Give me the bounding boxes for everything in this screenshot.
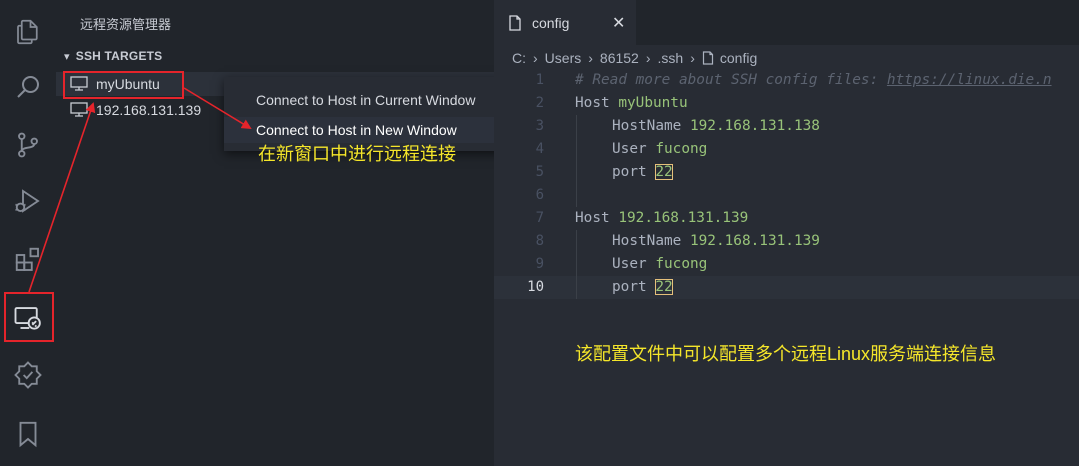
code-key: Host xyxy=(575,210,610,226)
code-value: fucong xyxy=(655,256,708,272)
code-text: Host 192.168.131.139 xyxy=(575,207,748,230)
code-line: 2 Host myUbuntu xyxy=(494,92,1079,115)
code-key: port xyxy=(612,279,647,295)
breadcrumb-item[interactable]: Users xyxy=(545,50,582,66)
code-text: User fucong xyxy=(612,138,707,161)
code-value: 192.168.131.139 xyxy=(618,210,749,226)
code-key: Host xyxy=(575,95,610,111)
breadcrumb: C: › Users › 86152 › .ssh › config xyxy=(512,50,757,66)
code-value: 22 xyxy=(655,279,673,295)
ssh-targets-section[interactable]: ▾ SSH TARGETS xyxy=(64,49,162,63)
code-text: HostName 192.168.131.139 xyxy=(612,230,820,253)
code-line: 8 HostName 192.168.131.139 xyxy=(494,230,1079,253)
code-text: User fucong xyxy=(612,253,707,276)
testing-icon[interactable] xyxy=(8,355,48,395)
chevron-right-icon: › xyxy=(533,50,538,66)
chevron-right-icon: › xyxy=(645,50,651,66)
code-text: Host myUbuntu xyxy=(575,92,688,115)
code-line: 3 HostName 192.168.131.138 xyxy=(494,115,1079,138)
extensions-icon[interactable] xyxy=(8,240,48,280)
sidebar-title: 远程资源管理器 xyxy=(80,17,172,32)
line-number: 10 xyxy=(527,279,544,295)
code-key: port xyxy=(612,164,647,180)
code-key: User xyxy=(612,141,647,157)
chevron-right-icon: › xyxy=(690,50,695,66)
bookmarks-icon[interactable] xyxy=(8,414,48,454)
monitor-icon xyxy=(70,102,88,117)
breadcrumb-item[interactable]: 86152 xyxy=(600,50,639,66)
breadcrumb-item[interactable]: config xyxy=(720,50,757,66)
line-number: 4 xyxy=(535,141,544,157)
explorer-icon[interactable] xyxy=(8,12,48,52)
editor-tab-bar: config ✕ xyxy=(494,0,1079,45)
code-text: port 22 xyxy=(612,161,673,184)
annotation-context-note: 在新窗口中进行远程连接 xyxy=(258,144,456,164)
line-number: 8 xyxy=(535,233,544,249)
comment-link[interactable]: https://linux.die.n xyxy=(887,72,1052,88)
editor[interactable]: C: › Users › 86152 › .ssh › config 1 # R… xyxy=(494,45,1079,466)
tab-config[interactable]: config ✕ xyxy=(494,0,636,45)
comment-text: # Read more about SSH config files: xyxy=(575,72,887,88)
run-debug-icon[interactable] xyxy=(8,181,48,221)
code-line: 5 port 22 xyxy=(494,161,1079,184)
indent-guide xyxy=(576,115,577,207)
chevron-right-icon: › xyxy=(588,50,593,66)
line-number: 7 xyxy=(535,210,544,226)
line-number: 6 xyxy=(535,187,544,203)
code-value: 192.168.131.139 xyxy=(689,233,820,249)
search-icon[interactable] xyxy=(8,67,48,107)
sidebar: 远程资源管理器 ▾ SSH TARGETS myUbuntu 192.168.1… xyxy=(56,0,494,466)
code-value: 192.168.131.138 xyxy=(689,118,820,134)
remote-explorer-highlight-box xyxy=(4,292,54,342)
section-label: SSH TARGETS xyxy=(75,49,163,63)
code-key: User xyxy=(612,256,647,272)
annotation-config-note: 该配置文件中可以配置多个远程Linux服务端连接信息 xyxy=(575,344,997,364)
source-control-icon[interactable] xyxy=(8,125,48,165)
host-label: 192.168.131.139 xyxy=(96,102,202,118)
code-value: 22 xyxy=(655,164,673,180)
line-number: 9 xyxy=(535,256,544,272)
menu-item-connect-current-window[interactable]: Connect to Host in Current Window xyxy=(224,87,533,113)
chevron-down-icon: ▾ xyxy=(64,50,70,63)
close-icon[interactable]: ✕ xyxy=(612,13,625,33)
code-key: HostName xyxy=(612,118,682,134)
line-number: 1 xyxy=(535,72,544,88)
code-text: port 22 xyxy=(612,276,673,299)
breadcrumb-item[interactable]: C: xyxy=(512,50,526,66)
code-value: myUbuntu xyxy=(618,95,688,111)
code-line: 6 xyxy=(494,184,1079,207)
activity-bar xyxy=(0,0,56,466)
code-line: 7 Host 192.168.131.139 xyxy=(494,207,1079,230)
code-comment: # Read more about SSH config files: http… xyxy=(575,69,1052,92)
line-number: 5 xyxy=(535,164,544,180)
host-highlight-box xyxy=(63,71,184,99)
code-line: 1 # Read more about SSH config files: ht… xyxy=(494,69,1079,92)
line-number: 2 xyxy=(535,95,544,111)
code-value: fucong xyxy=(655,141,708,157)
code-key: HostName xyxy=(612,233,682,249)
code-line: 4 User fucong xyxy=(494,138,1079,161)
file-icon xyxy=(509,14,521,31)
indent-guide xyxy=(576,230,577,299)
code-line-current: 10 port 22 xyxy=(494,276,1079,299)
tab-label: config xyxy=(532,14,570,31)
line-number: 3 xyxy=(535,118,544,134)
code-text: HostName 192.168.131.138 xyxy=(612,115,820,138)
breadcrumb-item[interactable]: .ssh xyxy=(658,50,684,66)
code-line: 9 User fucong xyxy=(494,253,1079,276)
file-icon xyxy=(702,51,713,65)
